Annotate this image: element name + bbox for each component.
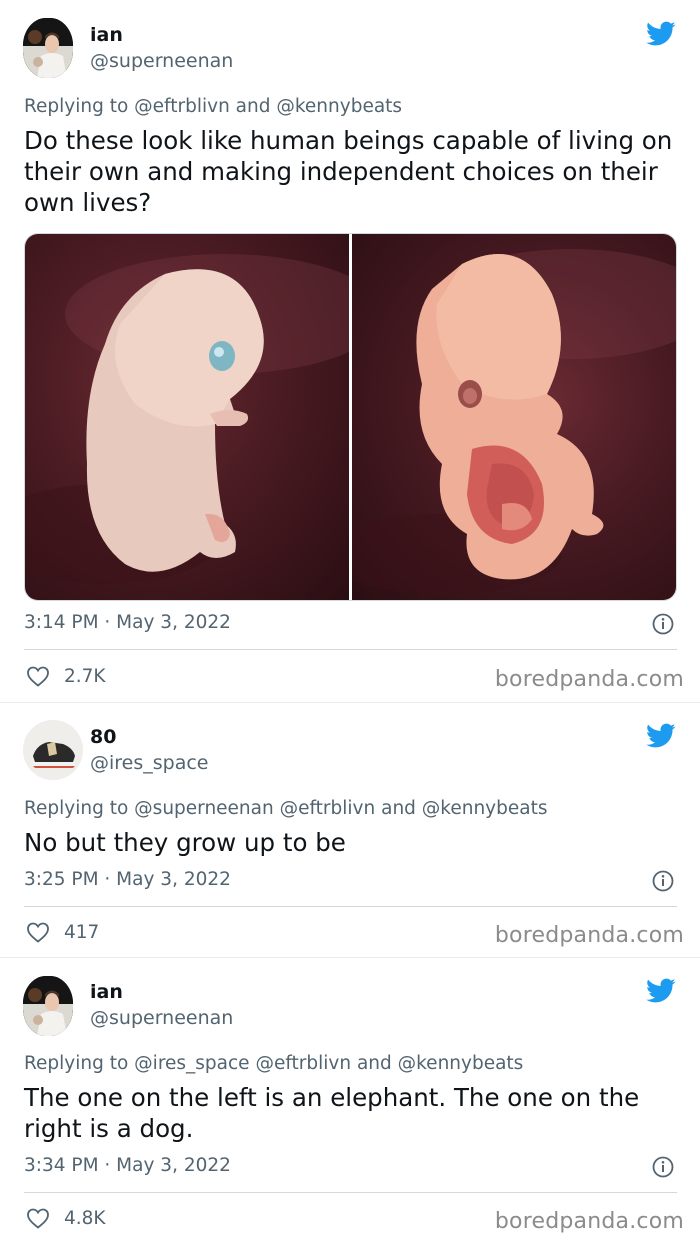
heart-icon [27, 666, 49, 687]
info-icon[interactable] [652, 1156, 674, 1178]
reply-context[interactable]: Replying to @eftrblivn and @kennybeats [24, 96, 402, 117]
like-button[interactable]: 2.7K [26, 665, 106, 687]
divider [24, 1192, 677, 1193]
display-name[interactable]: ian [90, 981, 123, 1003]
tweet-card: 80 @ires_space Replying to @superneenan … [0, 702, 700, 956]
info-icon[interactable] [652, 870, 674, 892]
user-handle[interactable]: @superneenan [90, 1007, 233, 1029]
tweet-timestamp[interactable]: 3:34 PM · May 3, 2022 [24, 1155, 231, 1176]
tweet-card: ian @superneenan Replying to @eftrblivn … [0, 0, 700, 701]
like-button[interactable]: 417 [26, 921, 99, 943]
tweet-timestamp[interactable]: 3:14 PM · May 3, 2022 [24, 612, 231, 633]
photo-left[interactable] [25, 234, 349, 600]
avatar[interactable] [23, 976, 73, 1036]
heart-icon [27, 922, 49, 943]
like-count: 4.8K [64, 1207, 106, 1229]
like-count: 417 [64, 921, 100, 943]
avatar[interactable] [23, 18, 73, 78]
watermark: boredpanda.com [494, 923, 684, 948]
avatar[interactable] [23, 720, 83, 780]
tweet-text: Do these look like human beings capable … [24, 126, 673, 217]
tweet-timestamp[interactable]: 3:25 PM · May 3, 2022 [24, 869, 231, 890]
heart-icon [27, 1208, 49, 1229]
reply-context[interactable]: Replying to @ires_space @eftrblivn and @… [24, 1053, 523, 1074]
watermark: boredpanda.com [494, 667, 684, 692]
photo-right[interactable] [352, 234, 676, 600]
tweet-media[interactable] [24, 233, 677, 601]
user-handle[interactable]: @superneenan [90, 50, 233, 72]
twitter-bird-icon[interactable] [646, 723, 676, 749]
like-count: 2.7K [64, 665, 106, 687]
display-name[interactable]: 80 [90, 726, 116, 748]
tweet-text: No but they grow up to be [24, 828, 346, 857]
tweet-card: ian @superneenan Replying to @ires_space… [0, 957, 700, 1244]
watermark: boredpanda.com [494, 1209, 684, 1234]
info-icon[interactable] [652, 613, 674, 635]
like-button[interactable]: 4.8K [26, 1207, 106, 1229]
user-handle[interactable]: @ires_space [90, 752, 209, 774]
tweet-text: The one on the left is an elephant. The … [24, 1083, 640, 1143]
reply-context[interactable]: Replying to @superneenan @eftrblivn and … [24, 798, 547, 819]
display-name[interactable]: ian [90, 24, 123, 46]
twitter-bird-icon[interactable] [646, 978, 676, 1004]
twitter-bird-icon[interactable] [646, 21, 676, 47]
divider [24, 906, 677, 907]
divider [24, 649, 677, 650]
